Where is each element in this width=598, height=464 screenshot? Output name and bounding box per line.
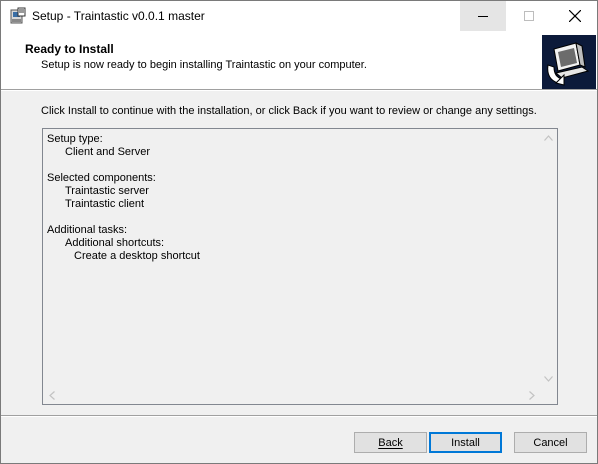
title-bar[interactable]: Setup - Traintastic v0.0.1 master [1, 1, 597, 31]
window-title: Setup - Traintastic v0.0.1 master [32, 9, 205, 23]
setup-type-value: Client and Server [65, 146, 150, 158]
tasks-group: Additional shortcuts: [65, 237, 165, 249]
ready-summary-memo[interactable]: Setup type: Client and Server Selected c… [42, 128, 558, 405]
setup-app-icon [9, 7, 27, 25]
cancel-button[interactable]: Cancel [514, 432, 587, 453]
page-title: Ready to Install [25, 42, 114, 56]
tasks-label: Additional tasks: [47, 224, 128, 236]
maximize-button[interactable] [506, 1, 552, 31]
close-button[interactable] [552, 1, 598, 31]
wizard-header: Ready to Install Setup is now ready to b… [1, 31, 597, 89]
instruction-text: Click Install to continue with the insta… [41, 105, 537, 117]
setup-type-label: Setup type: [47, 133, 103, 145]
close-icon [569, 10, 581, 22]
installer-computer-icon [542, 35, 596, 89]
scroll-left-arrow-icon[interactable] [43, 387, 60, 404]
page-subtitle: Setup is now ready to begin installing T… [41, 59, 367, 71]
back-button[interactable]: Back [354, 432, 427, 453]
vertical-scrollbar[interactable] [540, 129, 557, 387]
install-button[interactable]: Install [429, 432, 502, 453]
horizontal-scrollbar[interactable] [43, 387, 540, 404]
back-button-label: Back [378, 436, 403, 449]
scroll-up-arrow-icon[interactable] [540, 129, 557, 146]
scroll-down-arrow-icon[interactable] [540, 370, 557, 387]
install-button-label: Install [451, 436, 480, 449]
component-item: Traintastic server [65, 185, 149, 197]
header-divider [1, 89, 597, 91]
component-item: Traintastic client [65, 198, 145, 210]
scroll-right-arrow-icon[interactable] [523, 387, 540, 404]
maximize-icon [524, 11, 534, 21]
footer-divider [1, 415, 597, 417]
setup-window: Setup - Traintastic v0.0.1 master Ready … [0, 0, 598, 464]
components-label: Selected components: [47, 172, 156, 184]
task-item: Create a desktop shortcut [74, 250, 200, 262]
minimize-icon [478, 16, 488, 17]
minimize-button[interactable] [460, 1, 506, 31]
cancel-button-label: Cancel [533, 436, 568, 449]
